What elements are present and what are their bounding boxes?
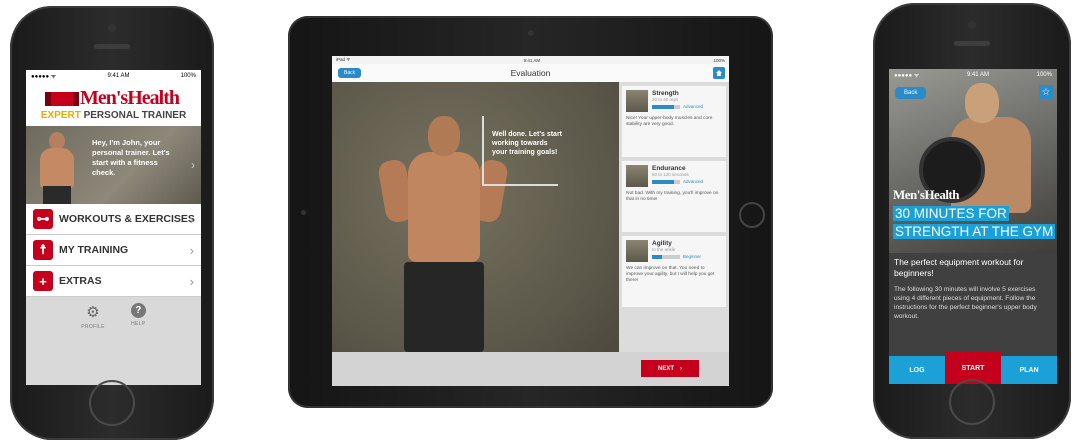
workout-subtitle: The perfect equipment workout for beginn…: [894, 257, 1024, 278]
next-button[interactable]: NEXT ›: [641, 360, 699, 377]
mens-health-logo: Men'sHealth EXPERT PERSONAL TRAINER: [26, 82, 201, 126]
battery-level: 100%: [180, 73, 196, 79]
menu-item-my-training[interactable]: ☨ MY TRAINING ›: [26, 235, 201, 266]
home-button[interactable]: [739, 202, 765, 228]
level-label: Advanced: [683, 104, 704, 109]
level-bar: [652, 104, 680, 109]
back-button[interactable]: Back: [895, 87, 927, 99]
trainer-image: [36, 132, 78, 204]
dumbbell-logo-icon: [45, 91, 79, 106]
chevron-right-icon: ›: [191, 158, 195, 172]
profile-button[interactable]: ⚙ PROFILE: [81, 303, 105, 330]
headline-line-2: STRENGTH AT THE GYM: [893, 224, 1056, 239]
exercise-thumbnail: [626, 240, 648, 262]
status-time: 9:41 AM: [523, 57, 541, 63]
left-phone-screen: ●●●●● ᯤ 9:41 AM 100% Men'sHealth EXPERT …: [26, 70, 201, 385]
card-feedback: Not bad. With my training, you'll improv…: [626, 191, 719, 202]
logo-expert: EXPERT: [40, 110, 81, 121]
card-title: Agility: [652, 240, 672, 247]
next-label: NEXT: [657, 365, 674, 372]
carrier-signal: ●●●●● ᯤ: [31, 74, 57, 80]
evaluation-card-strength[interactable]: Strength 20 to 40 reps Advanced Nice! Yo…: [622, 86, 726, 157]
dumbbell-icon: ⊶: [33, 209, 53, 229]
card-title: Strength: [652, 90, 679, 97]
carrier-signal: ●●●●● ᯤ: [894, 73, 920, 79]
left-phone-device: ●●●●● ᯤ 9:41 AM 100% Men'sHealth EXPERT …: [10, 6, 214, 440]
log-tab[interactable]: LOG: [889, 356, 945, 384]
chevron-right-icon: ›: [189, 211, 194, 227]
menu-item-label: WORKOUTS & EXERCISES: [59, 213, 195, 225]
tablet-device: iPad ᯤ 9:41 AM 100% Back Evaluation Well…: [288, 16, 773, 408]
tablet-screen: iPad ᯤ 9:41 AM 100% Back Evaluation Well…: [332, 56, 729, 386]
profile-label: PROFILE: [81, 324, 105, 330]
trainer-speech-text: Well done. Let's start working towards y…: [492, 131, 562, 156]
menu-item-extras[interactable]: + EXTRAS ›: [26, 266, 201, 297]
level-bar: [652, 179, 680, 184]
workout-headline: 30 MINUTES FOR STRENGTH AT THE GYM: [893, 205, 1056, 241]
level-label: Advanced: [683, 179, 704, 184]
card-title: Endurance: [652, 165, 686, 172]
plan-tab[interactable]: PLAN: [1001, 356, 1057, 384]
help-icon: ?: [130, 303, 146, 318]
front-camera: [968, 21, 976, 29]
help-button[interactable]: ? HELP: [130, 303, 146, 330]
side-camera: [301, 210, 306, 215]
gear-icon: ⚙: [86, 304, 100, 321]
menu-item-label: EXTRAS: [59, 275, 102, 287]
workout-description: The perfect equipment workout for beginn…: [889, 253, 1057, 353]
status-bar: ●●●●● ᯤ 9:41 AM 100%: [26, 70, 201, 82]
menu-item-label: MY TRAINING: [59, 244, 129, 256]
navigation-bar: Back Evaluation: [332, 64, 729, 83]
speaker-grille: [954, 41, 990, 46]
battery-level: 100%: [1036, 72, 1052, 78]
menu-item-workouts[interactable]: ⊶ WORKOUTS & EXERCISES ›: [26, 204, 201, 235]
right-phone-device: ●●●●● ᯤ 9:41 AM 100% Men'sHealth 30 MINU…: [873, 3, 1071, 439]
trainer-intro-banner[interactable]: Hey, I'm John, your personal trainer. Le…: [26, 126, 201, 204]
evaluation-results-panel: Strength 20 to 40 reps Advanced Nice! Yo…: [619, 82, 729, 352]
level-label: Beginner: [683, 254, 702, 259]
front-camera: [108, 24, 116, 32]
page-title: Evaluation: [510, 68, 551, 78]
chevron-right-icon: ›: [189, 273, 194, 289]
speaker-grille: [94, 44, 130, 49]
exercise-thumbnail: [626, 165, 648, 187]
trainer-hero: Well done. Let's start working towards y…: [332, 82, 619, 352]
star-icon[interactable]: ☆: [1039, 85, 1053, 99]
level-bar: [652, 254, 680, 259]
plus-icon: +: [33, 271, 53, 291]
headline-line-1: 30 MINUTES FOR: [893, 206, 1009, 221]
exercise-thumbnail: [626, 90, 648, 112]
logo-trainer: PERSONAL TRAINER: [83, 110, 187, 121]
home-button[interactable]: [89, 380, 135, 426]
trainer-intro-text: Hey, I'm John, your personal trainer. Le…: [92, 138, 170, 177]
home-button[interactable]: [949, 379, 995, 425]
chevron-right-icon: ›: [189, 242, 194, 258]
status-bar: ●●●●● ᯤ 9:41 AM 100%: [889, 69, 1057, 81]
status-time: 9:41 AM: [966, 72, 989, 78]
evaluation-card-endurance[interactable]: Endurance 60 to 120 seconds Advanced Not…: [622, 161, 726, 232]
back-button[interactable]: Back: [338, 68, 362, 78]
bottom-shortcuts: ⚙ PROFILE ? HELP: [26, 297, 201, 330]
brand-name: Men'sHealth: [893, 187, 960, 202]
help-label: HELP: [131, 321, 146, 327]
figure-icon: ☨: [33, 240, 53, 260]
right-phone-screen: ●●●●● ᯤ 9:41 AM 100% Men'sHealth 30 MINU…: [889, 69, 1057, 384]
card-subtitle: 60 to 120 seconds: [652, 172, 689, 177]
workout-description-text: The following 30 minutes will involve 5 …: [894, 286, 1037, 320]
status-bar: iPad ᯤ 9:41 AM 100%: [332, 56, 729, 64]
card-subtitle: to the ankle: [652, 247, 676, 252]
brand-name: Men'sHealth: [80, 87, 180, 109]
battery-level: 100%: [713, 57, 725, 63]
card-feedback: We can improve on that. You need to impr…: [626, 266, 715, 283]
chevron-right-icon: ›: [680, 365, 682, 372]
front-camera: [527, 30, 534, 36]
status-time: 9:41 AM: [107, 73, 130, 79]
home-icon[interactable]: [713, 67, 725, 79]
carrier-signal: iPad ᯤ: [336, 57, 351, 62]
card-subtitle: 20 to 40 reps: [652, 97, 679, 102]
tablet-footer: NEXT ›: [332, 352, 729, 386]
evaluation-card-agility[interactable]: Agility to the ankle Beginner We can imp…: [622, 236, 726, 307]
card-feedback: Nice! Your upper-body muscles and core s…: [626, 116, 713, 127]
